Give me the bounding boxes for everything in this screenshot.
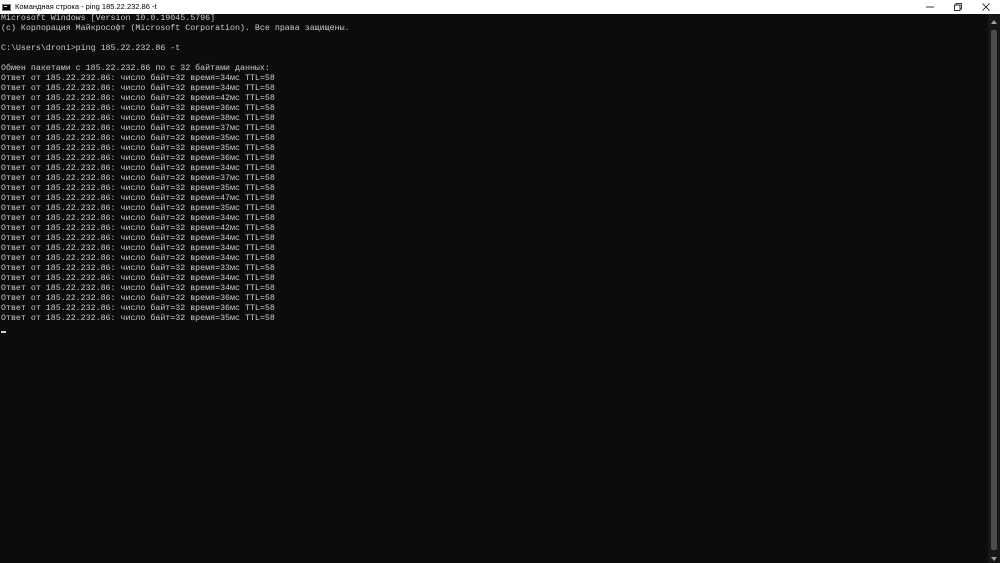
console-line: Ответ от 185.22.232.86: число байт=32 вр… xyxy=(1,224,275,233)
console-line: Ответ от 185.22.232.86: число байт=32 вр… xyxy=(1,274,275,283)
restore-icon xyxy=(954,3,962,11)
console-line: (c) Корпорация Майкрософт (Microsoft Cor… xyxy=(1,24,350,33)
scroll-thumb[interactable] xyxy=(991,30,997,550)
arrow-up-icon xyxy=(991,11,997,29)
window-title: Командная строка - ping 185.22.232.86 -t xyxy=(15,2,157,11)
console-line: Ответ от 185.22.232.86: число байт=32 вр… xyxy=(1,184,275,193)
cmd-window: Командная строка - ping 185.22.232.86 -t xyxy=(0,0,1000,563)
minimize-button[interactable] xyxy=(916,0,944,14)
arrow-down-icon xyxy=(991,548,997,563)
console-line: Ответ от 185.22.232.86: число байт=32 вр… xyxy=(1,94,275,103)
console-line: Ответ от 185.22.232.86: число байт=32 вр… xyxy=(1,114,275,123)
console-line: Ответ от 185.22.232.86: число байт=32 вр… xyxy=(1,164,275,173)
console-line: Ответ от 185.22.232.86: число байт=32 вр… xyxy=(1,144,275,153)
console-lines: Microsoft Windows [Version 10.0.19045.57… xyxy=(0,14,988,324)
scroll-down-button[interactable] xyxy=(988,551,1000,563)
console-line: Ответ от 185.22.232.86: число байт=32 вр… xyxy=(1,74,275,83)
cmd-icon[interactable] xyxy=(2,3,11,11)
scroll-up-button[interactable] xyxy=(988,14,1000,26)
console-line: Ответ от 185.22.232.86: число байт=32 вр… xyxy=(1,284,275,293)
console-line: Ответ от 185.22.232.86: число байт=32 вр… xyxy=(1,254,275,263)
console-line: Ответ от 185.22.232.86: число байт=32 вр… xyxy=(1,214,275,223)
close-icon xyxy=(982,3,990,11)
title-bar[interactable]: Командная строка - ping 185.22.232.86 -t xyxy=(0,0,1000,14)
console-line: Ответ от 185.22.232.86: число байт=32 вр… xyxy=(1,264,275,273)
maximize-button[interactable] xyxy=(944,0,972,14)
console-line: Ответ от 185.22.232.86: число байт=32 вр… xyxy=(1,194,275,203)
console-line: Ответ от 185.22.232.86: число байт=32 вр… xyxy=(1,244,275,253)
console-line: Обмен пакетами с 185.22.232.86 по с 32 б… xyxy=(1,64,270,73)
console-line: Ответ от 185.22.232.86: число байт=32 вр… xyxy=(1,204,275,213)
console-line: Ответ от 185.22.232.86: число байт=32 вр… xyxy=(1,234,275,243)
console-line: Ответ от 185.22.232.86: число байт=32 вр… xyxy=(1,174,275,183)
console-line: C:\Users\droni>ping 185.22.232.86 -t xyxy=(1,44,181,53)
console-line: Ответ от 185.22.232.86: число байт=32 вр… xyxy=(1,314,275,323)
console-line: Ответ от 185.22.232.86: число байт=32 вр… xyxy=(1,304,275,313)
console-output[interactable]: Microsoft Windows [Version 10.0.19045.57… xyxy=(0,14,988,563)
caption-buttons xyxy=(916,0,1000,14)
vertical-scrollbar[interactable] xyxy=(988,14,1000,563)
console-line: Microsoft Windows [Version 10.0.19045.57… xyxy=(1,14,216,23)
minimize-icon xyxy=(926,3,934,11)
text-cursor xyxy=(1,331,6,333)
console-line: Ответ от 185.22.232.86: число байт=32 вр… xyxy=(1,134,275,143)
console-line: Ответ от 185.22.232.86: число байт=32 вр… xyxy=(1,154,275,163)
console-line: Ответ от 185.22.232.86: число байт=32 вр… xyxy=(1,124,275,133)
console-line: Ответ от 185.22.232.86: число байт=32 вр… xyxy=(1,84,275,93)
console-line: Ответ от 185.22.232.86: число байт=32 вр… xyxy=(1,104,275,113)
console-line: Ответ от 185.22.232.86: число байт=32 вр… xyxy=(1,294,275,303)
